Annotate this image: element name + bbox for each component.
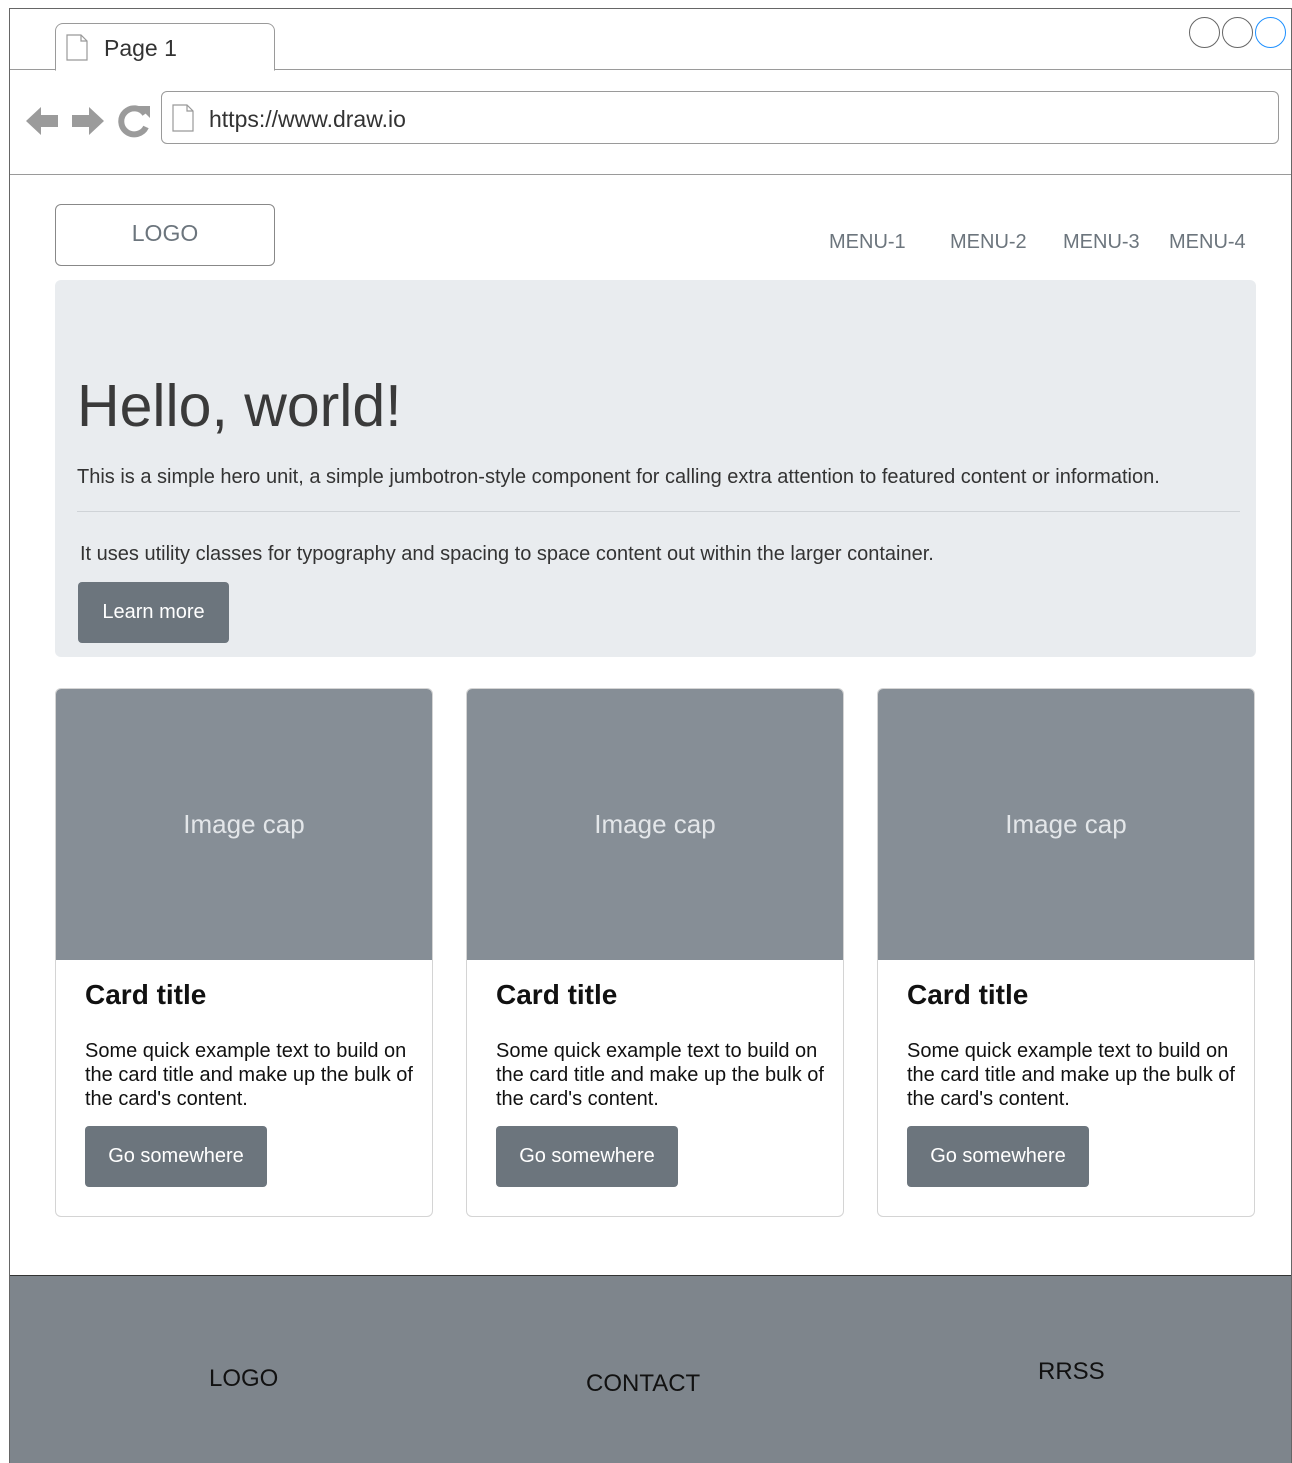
hero-divider	[77, 511, 1240, 512]
window-control-circle-icon[interactable]	[1255, 17, 1286, 48]
menu-item-3[interactable]: MENU-3	[1063, 231, 1140, 254]
hero-heading: Hello, world!	[77, 373, 402, 439]
hero-body: It uses utility classes for typography a…	[80, 543, 934, 565]
tab-page-1[interactable]: Page 1	[55, 23, 275, 71]
footer-logo[interactable]: LOGO	[209, 1365, 278, 1393]
card-image-cap: Image cap	[56, 689, 432, 960]
window-control-circle-icon[interactable]	[1189, 17, 1220, 48]
footer-social-link[interactable]: RRSS	[1038, 1358, 1105, 1386]
footer-contact-link[interactable]: CONTACT	[586, 1370, 700, 1398]
tab-bar: Page 1	[10, 9, 1291, 71]
back-arrow-icon[interactable]	[24, 103, 60, 139]
page-icon	[172, 104, 194, 132]
window-controls	[1189, 17, 1286, 48]
forward-arrow-icon[interactable]	[70, 103, 106, 139]
card: Image cap Card title Some quick example …	[466, 688, 844, 1217]
card-title: Card title	[85, 979, 207, 1010]
menu-item-2[interactable]: MENU-2	[950, 231, 1027, 254]
tab-label: Page 1	[104, 35, 177, 61]
menu-item-4[interactable]: MENU-4	[1169, 231, 1246, 254]
card-image-cap: Image cap	[467, 689, 843, 960]
address-bar: https://www.draw.io	[10, 70, 1291, 175]
card-image-cap: Image cap	[878, 689, 1254, 960]
go-somewhere-button[interactable]: Go somewhere	[496, 1126, 678, 1187]
hero-lead: This is a simple hero unit, a simple jum…	[77, 466, 1160, 488]
go-somewhere-button[interactable]: Go somewhere	[907, 1126, 1089, 1187]
header-logo[interactable]: LOGO	[55, 204, 275, 266]
url-input[interactable]: https://www.draw.io	[161, 91, 1279, 144]
header-logo-label: LOGO	[131, 220, 199, 246]
card: Image cap Card title Some quick example …	[55, 688, 433, 1217]
url-text: https://www.draw.io	[209, 106, 406, 132]
card-image-label: Image cap	[594, 809, 716, 839]
window-control-circle-icon[interactable]	[1222, 17, 1253, 48]
go-somewhere-button[interactable]: Go somewhere	[85, 1126, 267, 1187]
hero-jumbotron: Hello, world! This is a simple hero unit…	[55, 280, 1256, 657]
card-image-label: Image cap	[1005, 809, 1127, 839]
browser-window: Page 1 https://www.draw.io LOGO MENU-1 M…	[9, 8, 1292, 1463]
card-text: Some quick example text to build on the …	[907, 1040, 1235, 1110]
card-text: Some quick example text to build on the …	[496, 1040, 824, 1110]
card-text: Some quick example text to build on the …	[85, 1040, 413, 1110]
learn-more-button[interactable]: Learn more	[78, 582, 229, 643]
card-image-label: Image cap	[183, 809, 305, 839]
footer: LOGO CONTACT RRSS	[10, 1275, 1291, 1463]
page-icon	[66, 34, 88, 61]
reload-icon[interactable]	[116, 103, 152, 139]
card: Image cap Card title Some quick example …	[877, 688, 1255, 1217]
card-title: Card title	[496, 979, 618, 1010]
menu-item-1[interactable]: MENU-1	[829, 231, 906, 254]
card-title: Card title	[907, 979, 1029, 1010]
